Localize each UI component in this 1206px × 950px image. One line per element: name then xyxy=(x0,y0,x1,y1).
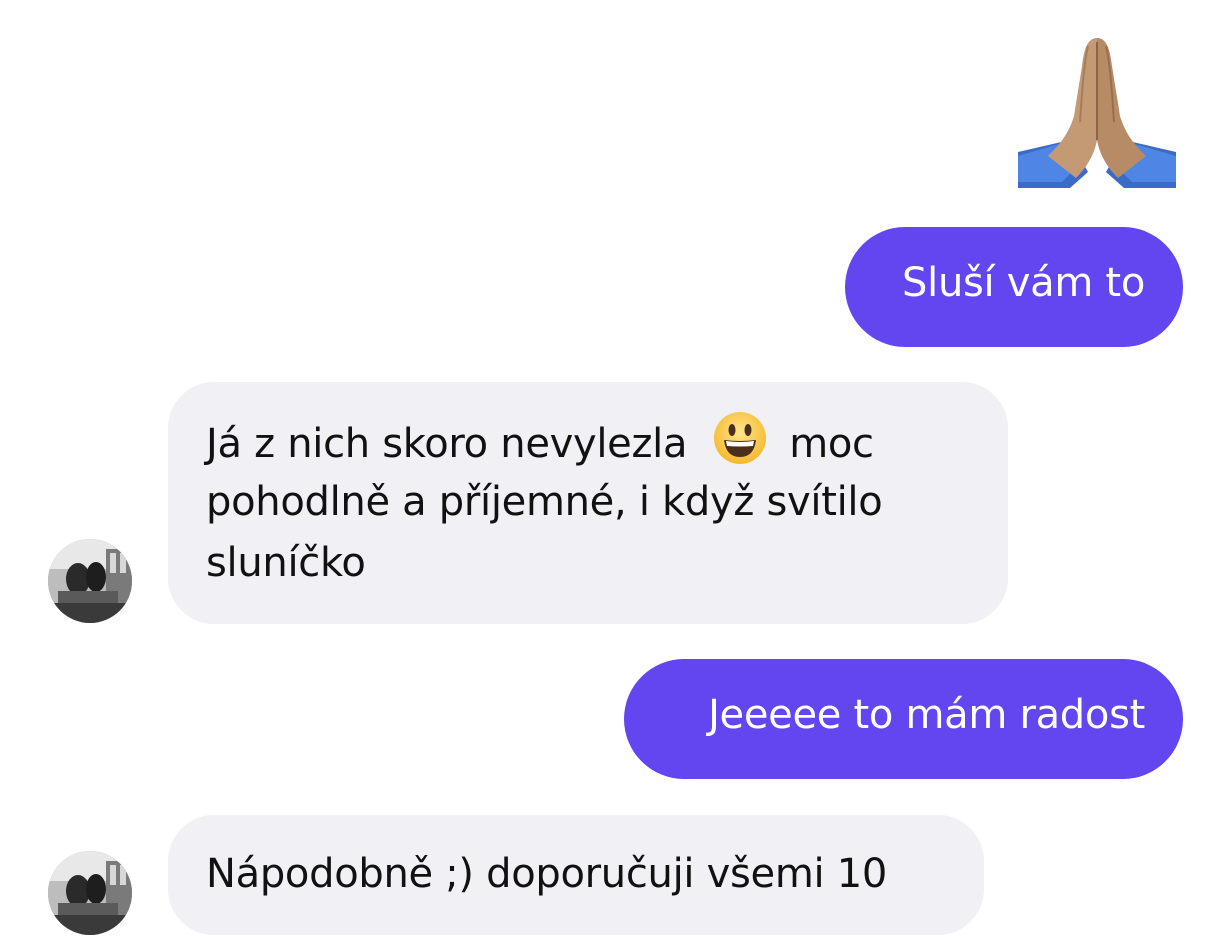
message-line-3: sluníčko xyxy=(206,540,366,586)
avatar-photo xyxy=(48,851,132,935)
message-bubble-incoming[interactable]: Nápodobně ;) doporučuji všemi 10 xyxy=(168,815,984,935)
avatar-photo xyxy=(48,539,132,623)
folded-hands-icon xyxy=(1018,38,1176,188)
message-text: Nápodobně ;) doporučuji všemi 10 xyxy=(206,851,888,897)
folded-hands-emoji-message[interactable] xyxy=(1018,32,1176,188)
grinning-face-icon xyxy=(713,411,767,465)
message-line-1: Já z nich skoro nevylezla moc xyxy=(206,411,970,472)
message-text: Sluší vám to xyxy=(902,260,1145,306)
contact-avatar[interactable] xyxy=(48,851,132,935)
message-bubble-outgoing[interactable]: Sluší vám to xyxy=(845,227,1183,347)
message-line-2: pohodlně a příjemné, i když svítilo xyxy=(206,479,883,525)
message-text: Jeeeee to mám radost xyxy=(708,692,1145,738)
contact-avatar[interactable] xyxy=(48,539,132,623)
message-bubble-incoming[interactable]: Já z nich skoro nevylezla moc pohodlně a… xyxy=(168,382,1008,624)
message-bubble-outgoing[interactable]: Jeeeee to mám radost xyxy=(624,659,1183,779)
